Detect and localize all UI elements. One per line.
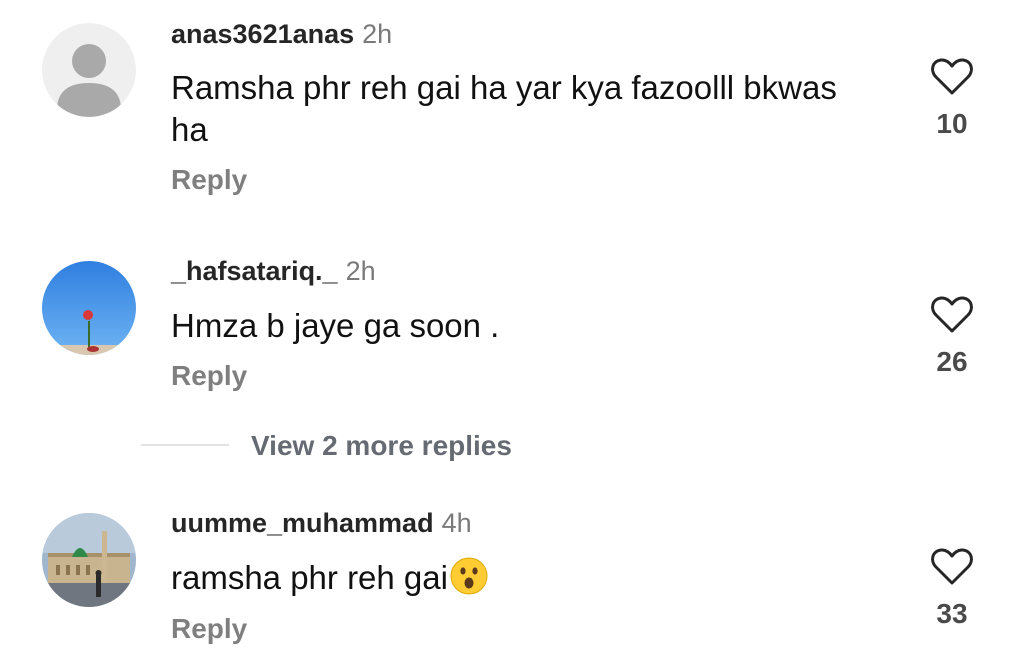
- comment-meta: uumme_muhammad 4h: [171, 507, 472, 539]
- mosque-photo-icon: [42, 513, 136, 607]
- comment-text-body: ramsha phr reh gai: [171, 559, 448, 596]
- comment-item: uumme_muhammad 4h ramsha phr reh gai Repl…: [0, 0, 1024, 664]
- like-count: 33: [936, 598, 968, 629]
- like-button[interactable]: 33: [926, 546, 978, 630]
- timestamp: 4h: [441, 508, 472, 538]
- astonished-face-icon: [450, 557, 488, 595]
- comment-text: ramsha phr reh gai: [171, 557, 871, 599]
- username[interactable]: uumme_muhammad: [171, 508, 434, 538]
- heart-icon: [931, 548, 973, 585]
- avatar[interactable]: [42, 513, 136, 607]
- reply-button[interactable]: Reply: [171, 613, 247, 645]
